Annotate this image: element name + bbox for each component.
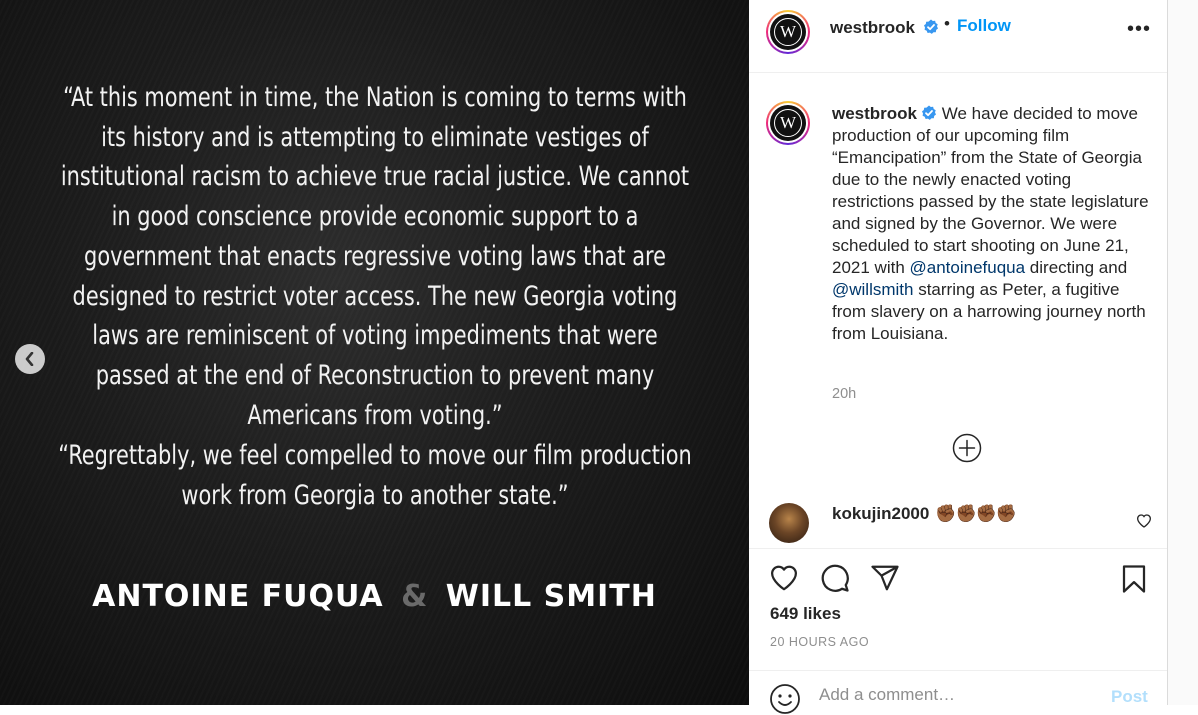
credit-name-2: WILL SMITH — [445, 579, 657, 614]
comment-text: ✊🏾✊🏾✊🏾✊🏾 — [935, 504, 1017, 523]
caption-text: westbrook We have decided to move produc… — [832, 103, 1157, 345]
comment-bubble-icon[interactable] — [819, 563, 851, 593]
like-heart-icon[interactable] — [768, 563, 800, 593]
comment-avatar[interactable] — [769, 503, 809, 543]
caption-timestamp[interactable]: 20h — [832, 386, 856, 402]
quote-paragraph-2: “Regrettably, we feel compelled to move … — [58, 440, 692, 511]
mention-link[interactable]: @willsmith — [832, 280, 913, 299]
westbrook-logo-icon: W — [774, 109, 802, 137]
verified-badge-icon — [922, 105, 937, 120]
post-panel: W westbrook • Follow ••• W westbrook We … — [749, 0, 1168, 714]
post-header: W westbrook • Follow ••• — [749, 0, 1167, 73]
post-media: “At this moment in time, the Nation is c… — [0, 0, 749, 705]
follow-button[interactable]: Follow — [957, 16, 1011, 36]
credit-name-1: ANTOINE FUQUA — [92, 579, 384, 614]
avatar[interactable]: W — [766, 10, 810, 54]
credits: ANTOINE FUQUA & WILL SMITH — [0, 579, 749, 614]
verified-badge-icon — [924, 19, 939, 34]
load-more-comments-icon[interactable] — [952, 433, 982, 463]
comment-item: kokujin2000 ✊🏾✊🏾✊🏾✊🏾 — [749, 498, 1167, 548]
caption-body-1: We have decided to move production of ou… — [832, 104, 1149, 277]
westbrook-logo-icon: W — [774, 18, 802, 46]
comment-username[interactable]: kokujin2000 — [832, 504, 929, 523]
caption-body-2: directing and — [1025, 258, 1128, 277]
add-comment-bar: Post — [749, 670, 1167, 714]
post-comment-button[interactable]: Post — [1111, 687, 1148, 707]
post-time-ago[interactable]: 20 HOURS AGO — [770, 635, 869, 649]
caption-section: W westbrook We have decided to move prod… — [749, 73, 1167, 488]
credit-ampersand: & — [401, 579, 429, 614]
emoji-icon[interactable] — [769, 683, 801, 715]
header-separator: • — [944, 14, 950, 33]
caption-username[interactable]: westbrook — [832, 104, 917, 123]
post-actions: 649 likes 20 HOURS AGO — [749, 548, 1167, 664]
page-background-strip — [1168, 0, 1198, 705]
previous-slide-button[interactable] — [15, 344, 45, 374]
header-username[interactable]: westbrook — [830, 18, 915, 37]
comment-body: kokujin2000 ✊🏾✊🏾✊🏾✊🏾 — [832, 504, 1017, 524]
chevron-left-icon — [25, 352, 34, 366]
caption-avatar[interactable]: W — [766, 101, 810, 145]
likes-count[interactable]: 649 likes — [770, 604, 841, 624]
quote-paragraph-1: “At this moment in time, the Nation is c… — [60, 82, 690, 431]
mention-link[interactable]: @antoinefuqua — [910, 258, 1026, 277]
share-send-icon[interactable] — [869, 563, 901, 593]
heart-outline-icon[interactable] — [1136, 513, 1152, 529]
comment-input[interactable] — [819, 685, 1089, 705]
header-user: westbrook — [830, 18, 939, 38]
more-options-button[interactable]: ••• — [1127, 18, 1151, 41]
bookmark-icon[interactable] — [1119, 563, 1149, 595]
